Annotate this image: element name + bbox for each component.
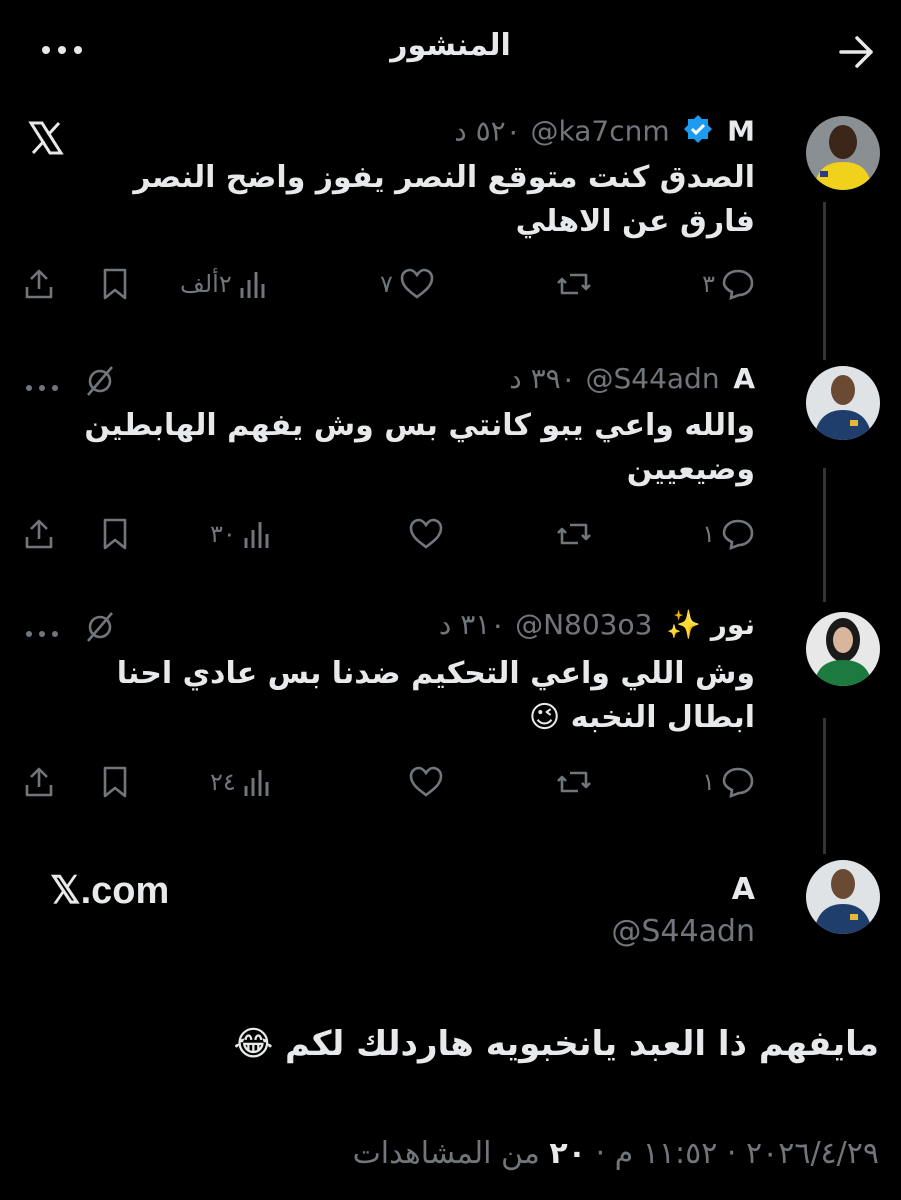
x-logo-icon: [28, 120, 64, 160]
post-meta: ٢٠٢٦/٤/٢٩ · ١١:٥٢ م · ٢٠ من المشاهدات: [352, 1136, 879, 1171]
post-date[interactable]: ٢٠٢٦/٤/٢٩: [746, 1136, 879, 1171]
timestamp[interactable]: ٣٩٠ د: [509, 362, 576, 395]
tweet-header: A @S44adn ٣٩٠ د: [135, 362, 755, 395]
tweet-header: M @ka7cnm ٥٢٠ د: [135, 114, 755, 151]
handle[interactable]: @ka7cnm: [531, 115, 670, 148]
retweet-button[interactable]: [556, 514, 592, 554]
back-arrow-icon[interactable]: [837, 34, 877, 70]
grok-icon[interactable]: [84, 610, 116, 648]
display-name[interactable]: M: [727, 115, 755, 148]
grok-icon[interactable]: [84, 364, 116, 402]
tweet-text: وش اللي واعي التحكيم ضدنا بس عادي احنا ا…: [116, 656, 755, 735]
retweet-button[interactable]: [556, 762, 592, 802]
tweet-text: الصدق كنت متوقع النصر يفوز واضح النصر فا…: [133, 160, 755, 239]
bookmark-button[interactable]: [100, 514, 130, 554]
tweet-text: والله واعي يبو كانتي بس وش يفهم الهابطين…: [84, 408, 755, 487]
display-name[interactable]: A: [733, 362, 755, 395]
bookmark-button[interactable]: [100, 762, 130, 802]
top-bar: المنشور: [0, 0, 901, 100]
display-name[interactable]: A: [732, 872, 755, 907]
handle[interactable]: @S44adn: [611, 914, 755, 949]
avatar[interactable]: [806, 612, 880, 686]
share-button[interactable]: [22, 514, 56, 554]
tweet-header: نور ✨ @N803o3 ٣١٠ د: [135, 608, 755, 641]
avatar[interactable]: [806, 366, 880, 440]
timestamp[interactable]: ٣١٠ د: [439, 608, 506, 641]
like-button[interactable]: [408, 762, 444, 802]
share-button[interactable]: [22, 264, 56, 304]
bookmark-button[interactable]: [100, 264, 130, 304]
reply-button[interactable]: ١: [702, 762, 755, 802]
handle[interactable]: @S44adn: [585, 362, 719, 395]
share-button[interactable]: [22, 762, 56, 802]
verified-badge-icon: [683, 114, 713, 151]
more-options-icon[interactable]: [24, 624, 60, 643]
views-count: ٢٠: [549, 1136, 587, 1171]
post-time[interactable]: ١١:٥٢ م: [615, 1136, 718, 1171]
reply-button[interactable]: ١: [702, 514, 755, 554]
reply-tweet[interactable]: M @ka7cnm ٥٢٠ د الصدق كنت متوقع النصر يف…: [0, 112, 901, 322]
display-name[interactable]: نور ✨: [666, 608, 755, 641]
reply-tweet[interactable]: A @S44adn ٣٩٠ د والله واعي يبو كانتي بس …: [0, 360, 901, 570]
reply-tweet[interactable]: نور ✨ @N803o3 ٣١٠ د وش اللي واعي التحكيم…: [0, 608, 901, 818]
timestamp[interactable]: ٥٢٠ د: [454, 115, 521, 148]
views-button[interactable]: ٢ألف: [180, 264, 268, 304]
page-title: المنشور: [390, 28, 511, 63]
like-button[interactable]: [408, 514, 444, 554]
views-button[interactable]: ٣٠: [210, 514, 272, 554]
avatar[interactable]: [806, 116, 880, 190]
handle[interactable]: @N803o3: [515, 608, 652, 641]
avatar[interactable]: [806, 860, 880, 934]
more-options-icon[interactable]: [24, 378, 60, 397]
views-button[interactable]: ٢٤: [210, 762, 272, 802]
reply-button[interactable]: ٣: [702, 264, 755, 304]
x-com-logo[interactable]: 𝕏.com: [50, 868, 169, 913]
post-text: مايفهم ذا العبد يانخبويه هاردلك لكم 😂: [233, 1024, 879, 1064]
retweet-button[interactable]: [556, 264, 592, 304]
views-label: من المشاهدات: [352, 1136, 540, 1171]
like-button[interactable]: ٧: [380, 264, 435, 304]
